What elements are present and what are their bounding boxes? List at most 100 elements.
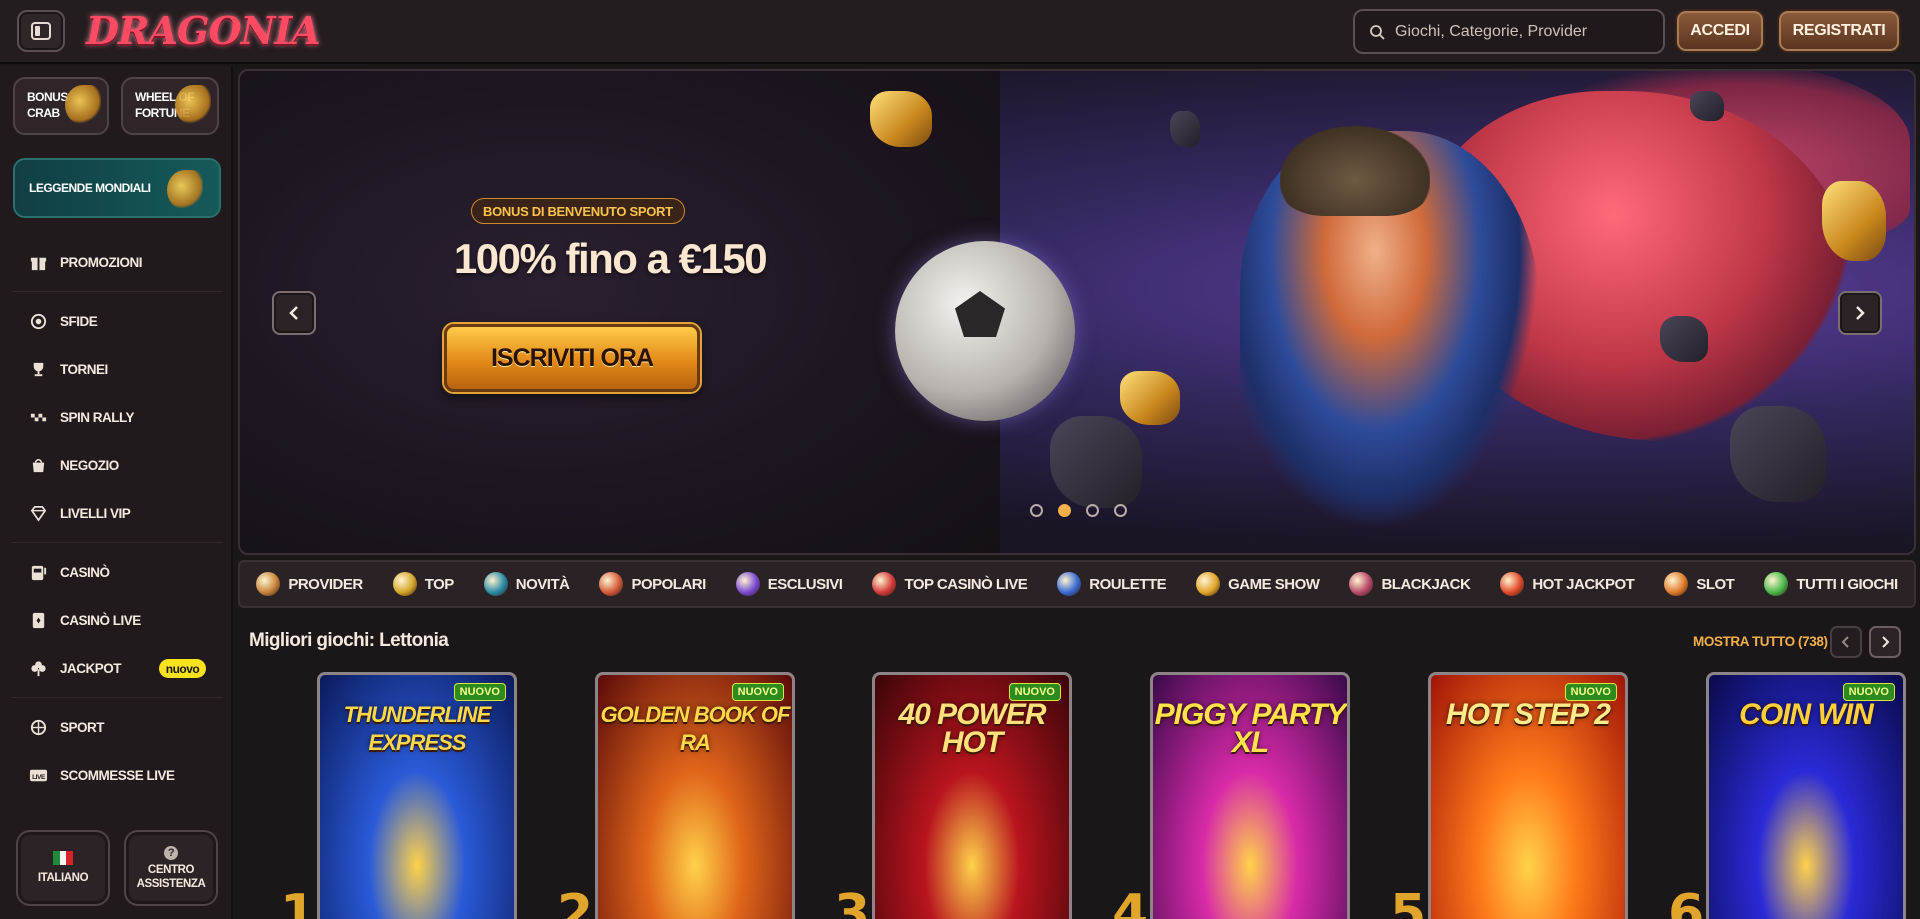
trophy-ball-icon bbox=[167, 170, 203, 210]
category-item[interactable]: GAME SHOW bbox=[1196, 572, 1320, 596]
login-button[interactable]: ACCEDI bbox=[1677, 11, 1763, 51]
games-next-button[interactable] bbox=[1869, 626, 1901, 658]
new-badge: NUOVO bbox=[1842, 683, 1895, 701]
sidebar-item-label: CASINÒ LIVE bbox=[60, 612, 141, 628]
logo[interactable]: DRAGONIA bbox=[86, 8, 321, 53]
category-icon bbox=[599, 572, 624, 596]
sidebar-item-negozio[interactable]: NEGOZIO bbox=[0, 441, 233, 489]
game-card[interactable]: THUNDERLINE EXPRESS NUOVO bbox=[317, 672, 517, 919]
sidebar-item-label: PROMOZIONI bbox=[60, 254, 143, 270]
category-item[interactable]: NOVITÀ bbox=[483, 572, 570, 596]
register-button[interactable]: REGISTRATI bbox=[1779, 11, 1899, 51]
game-card[interactable]: HOT STEP 2 NUOVO bbox=[1428, 672, 1628, 919]
divider bbox=[12, 291, 223, 292]
category-item[interactable]: ROULETTE bbox=[1057, 572, 1167, 596]
divider bbox=[12, 542, 223, 543]
category-icon bbox=[1764, 572, 1789, 596]
gold-nugget bbox=[1822, 181, 1886, 261]
world-legends-tile[interactable]: LEGGENDE MONDIALI bbox=[13, 158, 221, 218]
game-title: GOLDEN BOOK OF RA bbox=[600, 702, 791, 755]
category-item[interactable]: SLOT bbox=[1664, 572, 1735, 596]
search-input[interactable] bbox=[1395, 22, 1655, 41]
category-item[interactable]: TOP CASINÒ LIVE bbox=[872, 572, 1028, 596]
chevron-left-icon bbox=[1841, 636, 1849, 648]
category-label: TUTTI I GIOCHI bbox=[1796, 575, 1898, 593]
carousel-dot-1[interactable] bbox=[1030, 504, 1043, 517]
category-item[interactable]: TOP bbox=[392, 572, 455, 596]
carousel-dot-3[interactable] bbox=[1086, 504, 1099, 517]
games-prev-button[interactable] bbox=[1830, 626, 1862, 658]
chevron-right-icon bbox=[1882, 636, 1890, 648]
game-card[interactable]: 40 POWER HOT NUOVO bbox=[872, 672, 1072, 919]
trophy-icon bbox=[28, 359, 48, 379]
category-label: TOP CASINÒ LIVE bbox=[904, 575, 1028, 593]
crab-claw-icon bbox=[65, 85, 101, 125]
top-bar: DRAGONIA ACCEDI REGISTRATI bbox=[0, 0, 1920, 64]
carousel-dot-2[interactable] bbox=[1058, 504, 1071, 517]
sidebar-toggle-button[interactable] bbox=[17, 10, 65, 52]
game-rank: 3 bbox=[834, 884, 871, 919]
game-card[interactable]: COIN WIN NUOVO bbox=[1706, 672, 1906, 919]
show-all-link[interactable]: MOSTRA TUTTO (738) bbox=[1693, 634, 1828, 649]
target-icon bbox=[28, 311, 48, 331]
sidebar-item-casino-live[interactable]: CASINÒ LIVE bbox=[0, 596, 233, 644]
gold-nugget bbox=[1120, 371, 1180, 425]
category-item[interactable]: BLACKJACK bbox=[1349, 572, 1471, 596]
hero-tag: BONUS DI BENVENUTO SPORT bbox=[471, 198, 685, 224]
sidebar-item-promozioni[interactable]: PROMOZIONI bbox=[0, 238, 233, 286]
category-icon bbox=[392, 572, 417, 596]
sidebar-item-livelli-vip[interactable]: LIVELLI VIP bbox=[0, 489, 233, 537]
category-icon bbox=[1196, 572, 1221, 596]
category-bar: PROVIDER TOP NOVITÀ POPOLARI ESCLUSIVI TOP CA… bbox=[238, 560, 1916, 608]
hero-next-button[interactable] bbox=[1838, 291, 1882, 335]
sidebar-item-tornei[interactable]: TORNEI bbox=[0, 345, 233, 393]
sidebar-item-spin-rally[interactable]: SPIN RALLY bbox=[0, 393, 233, 441]
category-label: ESCLUSIVI bbox=[767, 575, 843, 593]
signup-cta-button[interactable]: ISCRIVITI ORA bbox=[444, 324, 700, 392]
category-icon bbox=[872, 572, 897, 596]
hero-prev-button[interactable] bbox=[272, 291, 316, 335]
bonus-crab-tile[interactable]: BONUS CRAB bbox=[13, 77, 109, 135]
sidebar-item-label: TORNEI bbox=[60, 361, 108, 377]
category-label: TOP bbox=[424, 575, 455, 593]
sidebar-item-label: SPIN RALLY bbox=[60, 409, 135, 425]
race-flag-icon bbox=[28, 407, 48, 427]
sidebar-item-label: LIVELLI VIP bbox=[60, 505, 131, 521]
playing-card-icon bbox=[28, 610, 48, 630]
rock bbox=[1660, 316, 1708, 362]
sidebar-item-sfide[interactable]: SFIDE bbox=[0, 297, 233, 345]
soccer-ball-art bbox=[895, 241, 1075, 421]
carousel-dot-4[interactable] bbox=[1114, 504, 1127, 517]
game-card[interactable]: PIGGY PARTY XL bbox=[1150, 672, 1350, 919]
hero-banner[interactable]: BONUS DI BENVENUTO SPORT 100% fino a €15… bbox=[238, 69, 1916, 555]
search-box[interactable] bbox=[1353, 9, 1665, 54]
gold-nugget bbox=[870, 91, 932, 147]
category-item[interactable]: PROVIDER bbox=[256, 572, 363, 596]
sidebar-item-label: NEGOZIO bbox=[60, 457, 119, 473]
category-icon bbox=[1500, 572, 1525, 596]
slot-machine-icon bbox=[28, 562, 48, 582]
category-item[interactable]: TUTTI I GIOCHI bbox=[1764, 572, 1898, 596]
category-icon bbox=[1349, 572, 1374, 596]
category-icon bbox=[483, 572, 508, 596]
category-item[interactable]: HOT JACKPOT bbox=[1500, 572, 1635, 596]
section-title: Migliori giochi: Lettonia bbox=[249, 630, 449, 651]
category-icon bbox=[256, 572, 281, 596]
sidebar-item-casino[interactable]: CASINÒ bbox=[0, 548, 233, 596]
game-card[interactable]: GOLDEN BOOK OF RA NUOVO bbox=[595, 672, 795, 919]
category-item[interactable]: ESCLUSIVI bbox=[735, 572, 843, 596]
new-badge: NUOVO bbox=[731, 683, 784, 701]
game-rank: 5 bbox=[1390, 884, 1427, 919]
wheel-of-fortune-tile[interactable]: WHEEL OF FORTUNE bbox=[121, 77, 219, 135]
category-item[interactable]: POPOLARI bbox=[599, 572, 706, 596]
chevron-right-icon bbox=[1856, 306, 1865, 320]
search-icon bbox=[1370, 24, 1385, 40]
shopping-bag-icon bbox=[28, 455, 48, 475]
category-icon bbox=[1057, 572, 1082, 596]
sidebar-item-label: SFIDE bbox=[60, 313, 98, 329]
game-rank: 6 bbox=[1668, 884, 1705, 919]
game-title: HOT STEP 2 bbox=[1446, 698, 1611, 731]
category-label: GAME SHOW bbox=[1228, 575, 1320, 593]
category-icon bbox=[1664, 572, 1689, 596]
rock bbox=[1170, 111, 1200, 147]
